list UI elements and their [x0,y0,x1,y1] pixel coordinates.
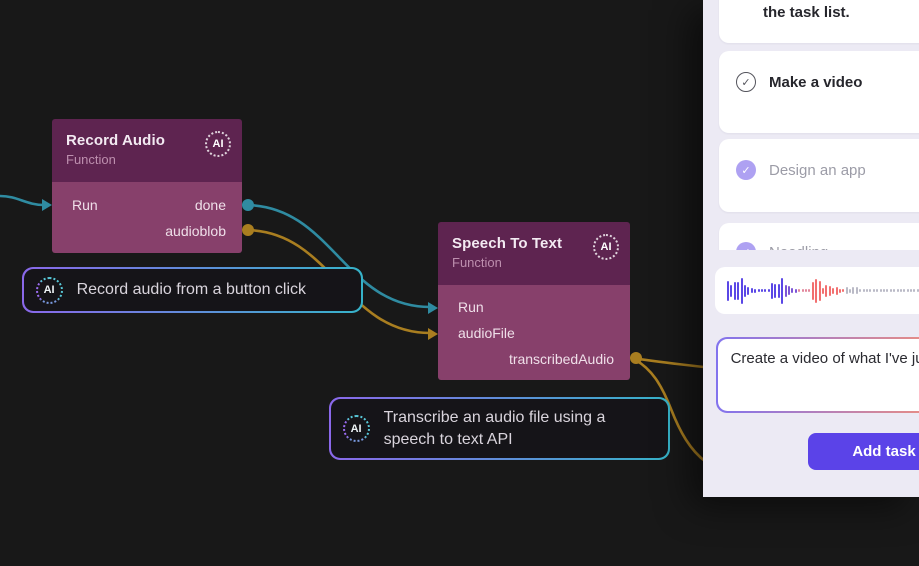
waveform-bar [859,289,861,292]
panel-footer: Create a video of what I've ju Add task [703,250,919,497]
waveform-bar [747,287,749,295]
waveform-bar [727,281,729,301]
record-audio-node[interactable]: Record Audio Function AI Run done audiob… [52,119,242,253]
task-card[interactable]: ✓ Make a video [719,51,919,133]
audiofile-input-port-icon[interactable] [428,328,438,340]
transcribedaudio-output-port[interactable] [630,352,642,364]
node-header: Speech To Text Function AI [438,222,630,285]
input-port-run-label: Run [72,197,98,213]
task-label: Make a video [769,74,862,91]
waveform-bar [846,287,848,294]
waveform-bar [852,287,854,294]
waveform-bar [876,289,878,292]
waveform-bar [795,289,797,293]
annotation-text: Transcribe an audio file using a speech … [384,407,642,451]
ai-badge-icon: AI [593,234,619,260]
waveform-bar [781,278,783,304]
annotation-record-audio[interactable]: AI Record audio from a button click [22,267,363,313]
waveform-bar [808,289,810,292]
waveform-bar [812,282,814,300]
check-circle-icon[interactable]: ✓ [736,72,756,92]
waveform-bar [819,281,821,301]
waveform-bar [903,289,905,292]
done-output-port[interactable] [242,199,254,211]
waveform-bar [815,279,817,303]
ai-badge-icon: AI [343,415,370,442]
waveform-bar [825,285,827,297]
exec-input-port-icon[interactable] [42,199,52,211]
waveform-bar [768,289,770,292]
waveform-bar [856,287,858,294]
output-port-audioblob-label: audioblob [165,223,226,239]
task-input[interactable]: Create a video of what I've ju [718,339,919,412]
output-port-transcribedaudio-label: transcribedAudio [509,351,614,367]
annotation-transcribe[interactable]: AI Transcribe an audio file using a spee… [329,397,670,460]
waveform-bar [785,285,787,297]
ai-badge-icon: AI [205,131,231,157]
input-port-run-label: Run [458,299,484,315]
waveform-bar [778,284,780,298]
waveform-bar [863,289,865,292]
waveform-bar [890,289,892,292]
audio-waveform [715,267,919,314]
node-body: Run audioFile transcribedAudio [438,285,630,380]
waveform-bar [802,289,804,292]
node-subtitle: Function [66,152,230,167]
waveform-bar [897,289,899,292]
waveform-bar [774,284,776,298]
waveform-bar [788,286,790,295]
waveform-bar [900,289,902,292]
waveform-bar [737,282,739,300]
wire-exec-entry [0,196,44,205]
node-body: Run done audioblob [52,182,242,253]
waveform-bar [771,283,773,299]
waveform-bar [839,289,841,293]
waveform-bar [805,289,807,292]
waveform-bar [832,288,834,294]
waveform-bar [744,285,746,297]
waveform-bar [764,289,766,292]
node-header: Record Audio Function AI [52,119,242,182]
waveform-bar [822,288,824,294]
waveform-bar [893,289,895,292]
waveform-bar [758,289,760,292]
task-card[interactable]: ✓ Design an app [719,139,919,212]
tasks-panel: the task list. ✓ Make a video ✓ Design a… [703,0,919,497]
audioblob-output-port[interactable] [242,224,254,236]
waveform-bar [791,288,793,293]
task-card[interactable]: the task list. [719,0,919,43]
waveform-bar [907,289,909,292]
annotation-text: Record audio from a button click [77,279,306,301]
waveform-bar [873,289,875,292]
check-circle-icon[interactable]: ✓ [736,160,756,180]
waveform-bar [798,289,800,292]
node-subtitle: Function [452,255,618,270]
waveform-bar [734,282,736,300]
task-label: the task list. [763,4,850,21]
waveform-bar [866,289,868,292]
waveform-bar [883,289,885,292]
task-label: Design an app [769,162,866,179]
waveform-bar [880,289,882,292]
waveform-bar [836,287,838,295]
waveform-bar [913,289,915,292]
waveform-bar [869,289,871,292]
waveform-bar [910,289,912,292]
add-task-button[interactable]: Add task [808,433,919,470]
waveform-bar [741,278,743,304]
task-input-border: Create a video of what I've ju [716,337,919,413]
waveform-bar [842,289,844,292]
exec-input-port-icon[interactable] [428,302,438,314]
waveform-bar [886,289,888,292]
ai-badge-icon: AI [36,277,63,304]
waveform-bar [761,289,763,292]
output-port-done-label: done [195,197,226,213]
waveform-bar [849,289,851,293]
waveform-bar [730,285,732,297]
input-port-audiofile-label: audioFile [458,325,515,341]
waveform-bar [829,286,831,296]
waveform-bar [751,288,753,293]
waveform-bar [754,289,756,293]
speech-to-text-node[interactable]: Speech To Text Function AI Run audioFile… [438,222,630,380]
